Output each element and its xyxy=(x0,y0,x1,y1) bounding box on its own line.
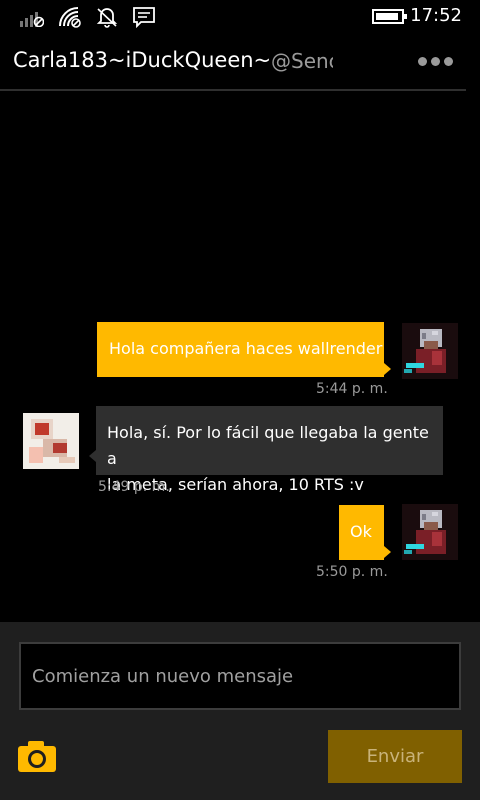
status-bar: 17:52 xyxy=(0,0,480,34)
send-button[interactable]: Enviar xyxy=(328,730,462,783)
message-input[interactable] xyxy=(19,642,461,710)
bubble-tail xyxy=(384,363,391,375)
camera-icon[interactable] xyxy=(16,738,60,774)
message-bubble-outgoing[interactable]: Ok xyxy=(339,505,384,560)
more-dot xyxy=(417,56,427,66)
message-notification-icon xyxy=(133,7,155,28)
avatar-image xyxy=(402,323,458,379)
avatar-self[interactable] xyxy=(402,504,458,560)
avatar-image xyxy=(402,504,458,560)
signal-icon xyxy=(20,12,44,27)
bubble-tail xyxy=(384,546,391,558)
more-options-icon[interactable] xyxy=(412,46,458,76)
status-time: 17:52 xyxy=(410,5,462,26)
message-bubble-incoming[interactable]: Hola, sí. Por lo fácil que llegaba la ge… xyxy=(96,406,443,494)
bubble-tail xyxy=(89,450,96,462)
status-icons xyxy=(20,6,156,28)
quiet-hours-icon xyxy=(96,8,118,28)
camera-glyph xyxy=(18,741,56,772)
header-divider xyxy=(0,89,466,91)
message-text-line: Hola, sí. Por lo fácil que llegaba la ge… xyxy=(107,423,429,468)
more-dot xyxy=(430,56,440,66)
contact-handle[interactable]: @Senc xyxy=(271,49,333,73)
avatar-image xyxy=(23,413,79,469)
message-bubble-outgoing[interactable]: Hola compañera haces wallrender xyxy=(97,322,384,377)
message-text: Ok xyxy=(350,522,372,541)
contact-name[interactable]: Carla183~iDuckQueen~ xyxy=(13,48,271,72)
message-timestamp: 5:50 p. m. xyxy=(316,564,388,580)
conversation-header: Carla183~iDuckQueen~ @Senc xyxy=(0,34,480,90)
message-text: Hola compañera haces wallrender xyxy=(109,339,383,358)
more-dot xyxy=(443,56,453,66)
wifi-icon xyxy=(59,7,81,28)
message-timestamp: 5:49 p. m. xyxy=(98,479,170,495)
avatar-self[interactable] xyxy=(402,323,458,379)
avatar-contact[interactable] xyxy=(23,413,79,469)
battery-icon xyxy=(372,9,407,24)
message-timestamp: 5:44 p. m. xyxy=(316,381,388,397)
